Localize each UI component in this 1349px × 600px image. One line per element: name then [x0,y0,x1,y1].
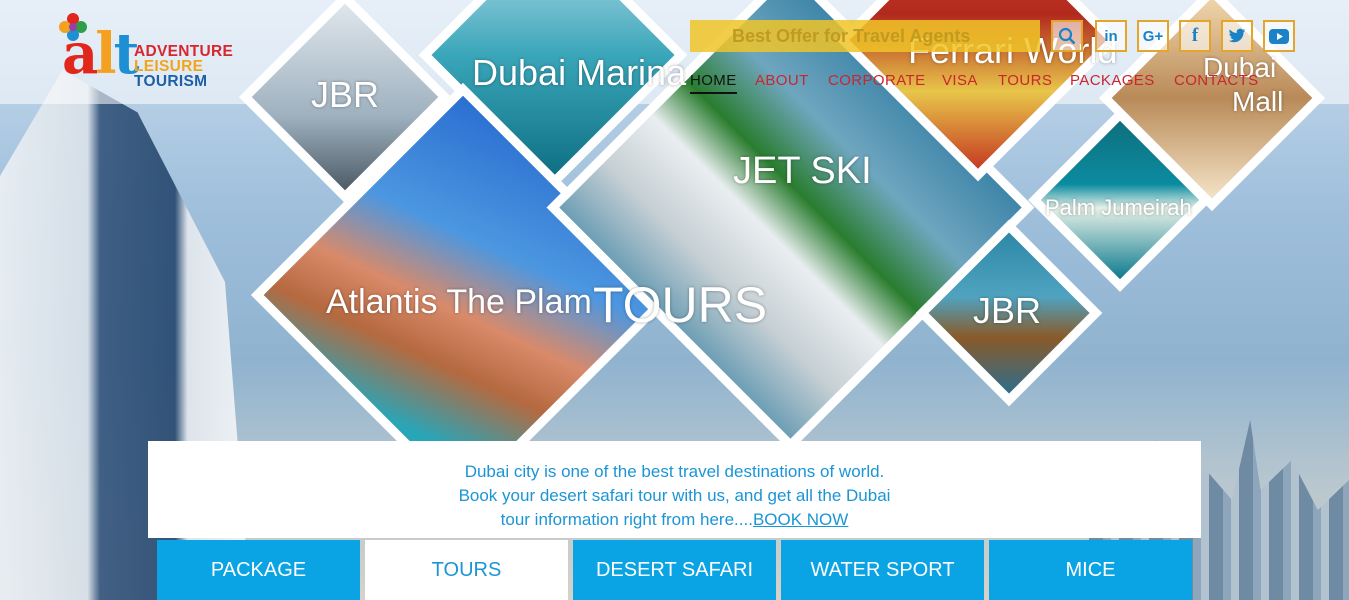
hero-label-jbr: JBR [311,74,380,115]
logo-line-leisure: LEISURE [134,58,204,75]
tab-desert-safari[interactable]: DESERT SAFARI [573,540,776,600]
search-icon[interactable] [1051,20,1083,52]
hero-label-atlantis: Atlantis The Plam [326,283,592,321]
hero-label-jbr-2: JBR [973,290,1042,331]
hero-label-tours: TOURS [593,277,768,333]
nav-tours[interactable]: TOURS [998,72,1052,89]
intro-text: Dubai city is one of the best travel des… [445,460,905,532]
logo-text: ADVENTURE LEISURE TOURISM [134,43,234,90]
nav-visa[interactable]: VISA [942,72,978,89]
intro-box: Dubai city is one of the best travel des… [148,441,1201,538]
logo-line-tourism: TOURISM [134,73,208,90]
linkedin-icon[interactable]: in [1095,20,1127,52]
logo-mark: alt [62,21,139,87]
tab-tours[interactable]: TOURS [365,540,568,600]
hero-label-jet-ski: JET SKI [733,150,872,192]
book-now-link[interactable]: BOOK NOW [753,510,848,529]
intro-line-1: Dubai city is one of the best travel des… [464,462,835,481]
twitter-icon[interactable] [1221,20,1253,52]
tab-mice[interactable]: MICE [989,540,1192,600]
nav-home[interactable]: HOME [690,72,737,94]
youtube-icon[interactable] [1263,20,1295,52]
hero-label-mall: Mall [1232,86,1284,117]
nav-packages[interactable]: PACKAGES [1070,72,1155,89]
nav-corporate[interactable]: CORPORATE [828,72,926,89]
nav-contacts[interactable]: CONTACTS [1174,72,1259,89]
hero-label-dubai-marina: Dubai Marina [472,52,687,93]
best-offer-banner[interactable]: Best Offer for Travel Agents [690,20,1040,52]
facebook-icon[interactable]: f [1179,20,1211,52]
tab-package[interactable]: PACKAGE [157,540,360,600]
logo-line-adventure: ADVENTURE [134,43,234,60]
tab-water-sport[interactable]: WATER SPORT [781,540,984,600]
nav-about[interactable]: ABOUT [755,72,809,89]
site-logo[interactable]: alt ADVENTURE LEISURE TOURISM [56,10,246,96]
google-plus-icon[interactable]: G+ [1137,20,1169,52]
hero-label-palm-jumeirah: Palm Jumeirah [1045,195,1192,220]
